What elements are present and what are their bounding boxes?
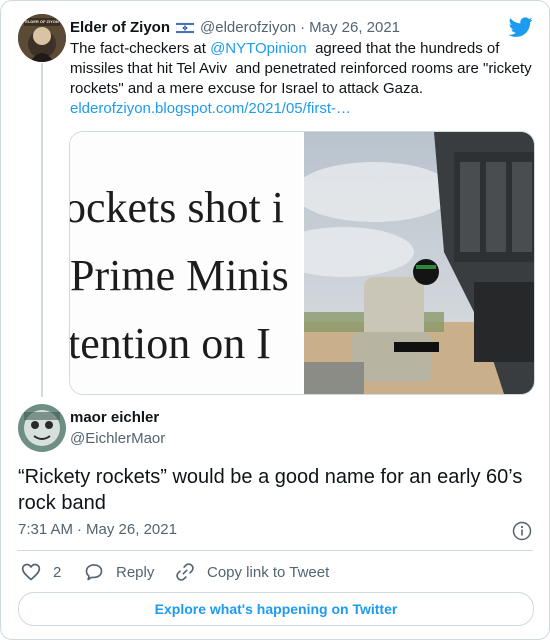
main-tweet-timestamp[interactable]: 7:31 AM · May 26, 2021 [18, 521, 177, 538]
thread-connector-line [41, 63, 43, 397]
avatar-badge-text: ELDER OF ZIYON [25, 19, 59, 24]
article-crop-line-3: tention on I [70, 319, 271, 368]
avatar-image [18, 404, 66, 452]
explore-twitter-button[interactable]: Explore what's happening on Twitter [18, 592, 534, 626]
dot-separator: · [77, 521, 83, 538]
parent-tweet-header: Elder of Ziyon @elderofziyon · May 26, 2… [70, 17, 400, 37]
parent-author-handle[interactable]: @elderofziyon [200, 19, 296, 36]
israel-flag-icon [175, 21, 195, 35]
photo-illustration [304, 132, 534, 394]
speech-bubble-icon [85, 564, 103, 581]
explore-label: Explore what's happening on Twitter [154, 601, 398, 617]
dot-separator: · [300, 18, 306, 36]
reply-button[interactable]: Reply [84, 562, 154, 582]
article-crop-line-1: ockets shot i [70, 183, 284, 232]
info-icon[interactable] [512, 521, 532, 541]
link-icon [176, 563, 194, 581]
main-tweet-time: 7:31 AM [18, 521, 74, 538]
main-author-handle[interactable]: @EichlerMaor [70, 430, 165, 447]
copy-link-button[interactable]: Copy link to Tweet [175, 562, 329, 582]
twitter-bird-icon[interactable] [508, 15, 533, 39]
tweet-media-grid[interactable]: ockets shot i Prime Minis tention on I [69, 131, 535, 395]
like-button[interactable]: 2 [21, 562, 61, 582]
main-tweet-date: May 26, 2021 [86, 521, 177, 538]
article-crop-line-2: Prime Minis [70, 251, 289, 300]
tweet-embed-card: ELDER OF ZIYON Elder of Ziyon @elderofzi… [0, 0, 550, 640]
parent-author-avatar[interactable]: ELDER OF ZIYON [18, 14, 66, 62]
heart-icon [21, 563, 41, 581]
like-count: 2 [53, 563, 62, 581]
parent-tweet-text: The fact-checkers at @NYTOpinion agreed … [70, 40, 536, 117]
main-author-avatar[interactable] [18, 404, 66, 452]
parent-tweet-date[interactable]: May 26, 2021 [309, 19, 400, 36]
parent-author-name[interactable]: Elder of Ziyon [70, 19, 170, 36]
copy-link-label: Copy link to Tweet [207, 563, 330, 581]
reply-label: Reply [116, 563, 155, 581]
blog-post-link[interactable]: elderofziyon.blogspot.com/2021/05/first-… [70, 100, 351, 117]
main-author-name[interactable]: maor eichler [70, 409, 159, 426]
article-screenshot-image[interactable]: ockets shot i Prime Minis tention on I [70, 132, 304, 394]
main-tweet-text: “Rickety rockets” would be a good name f… [18, 466, 523, 514]
nytopinion-mention-link[interactable]: @NYTOpinion [210, 40, 307, 57]
actions-divider [17, 550, 533, 551]
rocket-launcher-photo[interactable] [304, 132, 534, 394]
